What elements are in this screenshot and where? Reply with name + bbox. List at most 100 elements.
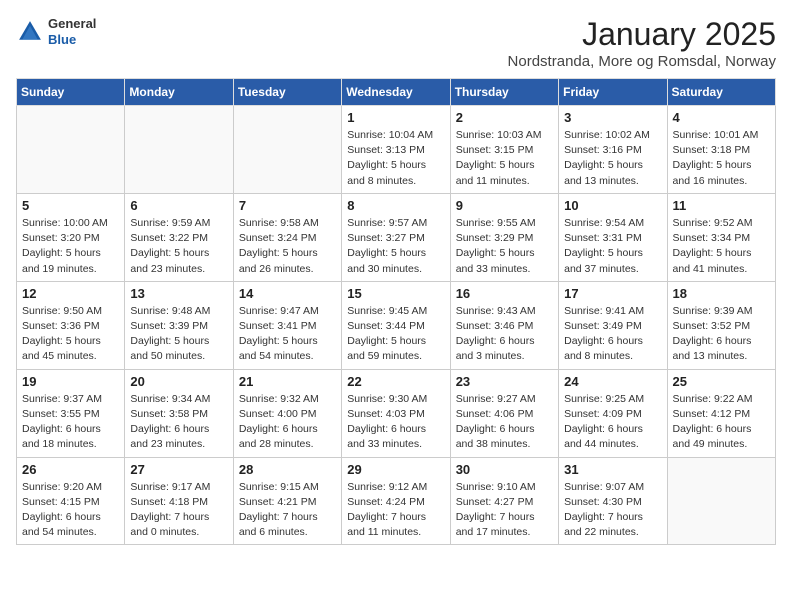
calendar-cell	[233, 106, 341, 194]
weekday-header: Tuesday	[233, 79, 341, 106]
calendar-cell: 3Sunrise: 10:02 AM Sunset: 3:16 PM Dayli…	[559, 106, 667, 194]
day-number: 21	[239, 374, 336, 389]
day-number: 29	[347, 462, 444, 477]
calendar-cell	[17, 106, 125, 194]
day-number: 26	[22, 462, 119, 477]
day-number: 31	[564, 462, 661, 477]
calendar-cell: 21 Sunrise: 9:32 AM Sunset: 4:00 PM Dayli…	[233, 369, 341, 457]
calendar-cell: 9Sunrise: 9:55 AM Sunset: 3:29 PM Daylig…	[450, 193, 558, 281]
calendar-cell	[667, 457, 775, 545]
day-info: Sunrise: 9:25 AM Sunset: 4:09 PM Dayligh…	[564, 392, 661, 453]
day-number: 27	[130, 462, 227, 477]
calendar-cell: 23 Sunrise: 9:27 AM Sunset: 4:06 PM Dayli…	[450, 369, 558, 457]
calendar-cell: 10 Sunrise: 9:54 AM Sunset: 3:31 PM Dayli…	[559, 193, 667, 281]
day-number: 7	[239, 198, 336, 213]
day-number: 11	[673, 198, 770, 213]
day-info: Sunrise: 9:15 AM Sunset: 4:21 PM Dayligh…	[239, 480, 336, 541]
day-info: Sunrise: 10:03 AM Sunset: 3:15 PM Daylig…	[456, 128, 553, 189]
day-number: 9	[456, 198, 553, 213]
calendar-cell	[125, 106, 233, 194]
calendar-cell: 16 Sunrise: 9:43 AM Sunset: 3:46 PM Dayli…	[450, 281, 558, 369]
day-info: Sunrise: 10:04 AM Sunset: 3:13 PM Daylig…	[347, 128, 444, 189]
logo: General Blue	[16, 16, 96, 47]
location: Nordstranda, More og Romsdal, Norway	[508, 53, 776, 70]
calendar-cell: 11Sunrise: 9:52 AM Sunset: 3:34 PM Dayli…	[667, 193, 775, 281]
day-info: Sunrise: 9:47 AM Sunset: 3:41 PM Dayligh…	[239, 304, 336, 365]
calendar-cell: 30Sunrise: 9:10 AM Sunset: 4:27 PM Dayli…	[450, 457, 558, 545]
day-number: 28	[239, 462, 336, 477]
day-info: Sunrise: 9:32 AM Sunset: 4:00 PM Dayligh…	[239, 392, 336, 453]
calendar: SundayMondayTuesdayWednesdayThursdayFrid…	[16, 78, 776, 545]
day-info: Sunrise: 9:57 AM Sunset: 3:27 PM Dayligh…	[347, 216, 444, 277]
day-info: Sunrise: 9:07 AM Sunset: 4:30 PM Dayligh…	[564, 480, 661, 541]
day-number: 16	[456, 286, 553, 301]
day-info: Sunrise: 9:59 AM Sunset: 3:22 PM Dayligh…	[130, 216, 227, 277]
day-number: 8	[347, 198, 444, 213]
day-number: 17	[564, 286, 661, 301]
weekday-header-row: SundayMondayTuesdayWednesdayThursdayFrid…	[17, 79, 776, 106]
title-block: January 2025 Nordstranda, More og Romsda…	[508, 16, 776, 70]
week-row-4: 26 Sunrise: 9:20 AM Sunset: 4:15 PM Dayli…	[17, 457, 776, 545]
day-number: 18	[673, 286, 770, 301]
day-number: 24	[564, 374, 661, 389]
day-number: 12	[22, 286, 119, 301]
calendar-cell: 15 Sunrise: 9:45 AM Sunset: 3:44 PM Dayli…	[342, 281, 450, 369]
day-info: Sunrise: 9:45 AM Sunset: 3:44 PM Dayligh…	[347, 304, 444, 365]
day-number: 25	[673, 374, 770, 389]
day-number: 22	[347, 374, 444, 389]
page-header: General Blue January 2025 Nordstranda, M…	[16, 16, 776, 70]
day-number: 23	[456, 374, 553, 389]
day-number: 19	[22, 374, 119, 389]
calendar-cell: 18Sunrise: 9:39 AM Sunset: 3:52 PM Dayli…	[667, 281, 775, 369]
day-info: Sunrise: 9:41 AM Sunset: 3:49 PM Dayligh…	[564, 304, 661, 365]
week-row-1: 5 Sunrise: 10:00 AM Sunset: 3:20 PM Dayli…	[17, 193, 776, 281]
day-number: 6	[130, 198, 227, 213]
day-info: Sunrise: 9:37 AM Sunset: 3:55 PM Dayligh…	[22, 392, 119, 453]
day-number: 5	[22, 198, 119, 213]
day-number: 13	[130, 286, 227, 301]
calendar-cell: 7 Sunrise: 9:58 AM Sunset: 3:24 PM Daylig…	[233, 193, 341, 281]
day-info: Sunrise: 9:20 AM Sunset: 4:15 PM Dayligh…	[22, 480, 119, 541]
day-info: Sunrise: 9:58 AM Sunset: 3:24 PM Dayligh…	[239, 216, 336, 277]
calendar-cell: 17 Sunrise: 9:41 AM Sunset: 3:49 PM Dayli…	[559, 281, 667, 369]
day-info: Sunrise: 9:30 AM Sunset: 4:03 PM Dayligh…	[347, 392, 444, 453]
day-info: Sunrise: 10:01 AM Sunset: 3:18 PM Daylig…	[673, 128, 770, 189]
day-number: 14	[239, 286, 336, 301]
day-info: Sunrise: 9:12 AM Sunset: 4:24 PM Dayligh…	[347, 480, 444, 541]
week-row-3: 19 Sunrise: 9:37 AM Sunset: 3:55 PM Dayli…	[17, 369, 776, 457]
calendar-cell: 1Sunrise: 10:04 AM Sunset: 3:13 PM Dayli…	[342, 106, 450, 194]
logo-general: General	[48, 16, 96, 32]
calendar-cell: 29 Sunrise: 9:12 AM Sunset: 4:24 PM Dayli…	[342, 457, 450, 545]
day-info: Sunrise: 9:54 AM Sunset: 3:31 PM Dayligh…	[564, 216, 661, 277]
calendar-cell: 28 Sunrise: 9:15 AM Sunset: 4:21 PM Dayli…	[233, 457, 341, 545]
weekday-header: Thursday	[450, 79, 558, 106]
weekday-header: Wednesday	[342, 79, 450, 106]
day-number: 15	[347, 286, 444, 301]
calendar-cell: 14 Sunrise: 9:47 AM Sunset: 3:41 PM Dayli…	[233, 281, 341, 369]
calendar-cell: 8 Sunrise: 9:57 AM Sunset: 3:27 PM Daylig…	[342, 193, 450, 281]
calendar-cell: 12Sunrise: 9:50 AM Sunset: 3:36 PM Dayli…	[17, 281, 125, 369]
month-year: January 2025	[508, 16, 776, 53]
weekday-header: Monday	[125, 79, 233, 106]
calendar-cell: 19 Sunrise: 9:37 AM Sunset: 3:55 PM Dayli…	[17, 369, 125, 457]
calendar-cell: 26 Sunrise: 9:20 AM Sunset: 4:15 PM Dayli…	[17, 457, 125, 545]
day-number: 3	[564, 110, 661, 125]
day-info: Sunrise: 9:10 AM Sunset: 4:27 PM Dayligh…	[456, 480, 553, 541]
day-info: Sunrise: 9:22 AM Sunset: 4:12 PM Dayligh…	[673, 392, 770, 453]
weekday-header: Sunday	[17, 79, 125, 106]
day-info: Sunrise: 9:43 AM Sunset: 3:46 PM Dayligh…	[456, 304, 553, 365]
calendar-cell: 20Sunrise: 9:34 AM Sunset: 3:58 PM Dayli…	[125, 369, 233, 457]
calendar-cell: 22 Sunrise: 9:30 AM Sunset: 4:03 PM Dayli…	[342, 369, 450, 457]
day-info: Sunrise: 10:00 AM Sunset: 3:20 PM Daylig…	[22, 216, 119, 277]
day-info: Sunrise: 9:17 AM Sunset: 4:18 PM Dayligh…	[130, 480, 227, 541]
week-row-0: 1Sunrise: 10:04 AM Sunset: 3:13 PM Dayli…	[17, 106, 776, 194]
day-number: 4	[673, 110, 770, 125]
day-number: 20	[130, 374, 227, 389]
day-info: Sunrise: 9:48 AM Sunset: 3:39 PM Dayligh…	[130, 304, 227, 365]
day-info: Sunrise: 9:27 AM Sunset: 4:06 PM Dayligh…	[456, 392, 553, 453]
logo-blue: Blue	[48, 32, 96, 48]
day-number: 2	[456, 110, 553, 125]
logo-icon	[16, 18, 44, 46]
day-number: 10	[564, 198, 661, 213]
weekday-header: Friday	[559, 79, 667, 106]
